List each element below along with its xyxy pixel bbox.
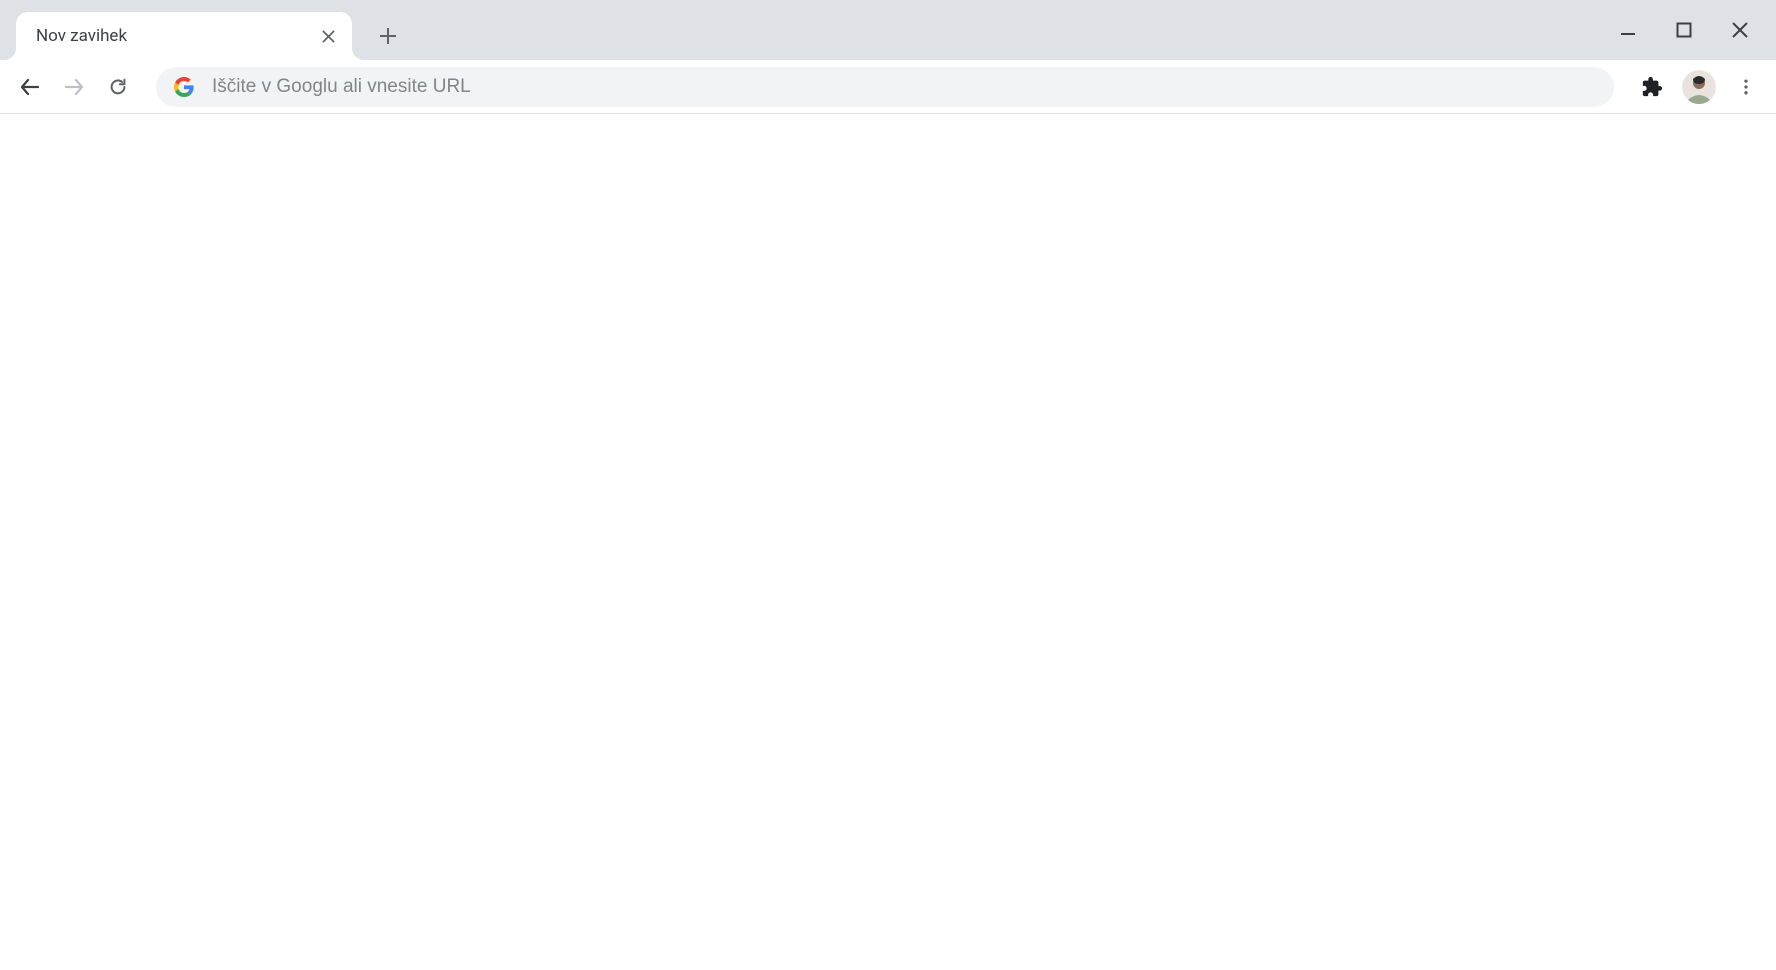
extension-icon xyxy=(1641,76,1663,98)
close-window-button[interactable] xyxy=(1726,16,1754,44)
extensions-button[interactable] xyxy=(1634,69,1670,105)
avatar-icon xyxy=(1682,70,1716,104)
profile-avatar[interactable] xyxy=(1682,70,1716,104)
toolbar xyxy=(0,60,1776,114)
reload-button[interactable] xyxy=(100,69,136,105)
page-content xyxy=(0,114,1776,970)
maximize-icon xyxy=(1676,22,1692,38)
more-vertical-icon xyxy=(1736,77,1756,97)
arrow-left-icon xyxy=(18,75,42,99)
omnibox[interactable] xyxy=(156,67,1614,107)
browser-tab[interactable]: Nov zavihek xyxy=(16,12,352,60)
close-icon xyxy=(321,29,336,44)
reload-icon xyxy=(107,76,129,98)
back-button[interactable] xyxy=(12,69,48,105)
minimize-button[interactable] xyxy=(1614,16,1642,44)
new-tab-button[interactable] xyxy=(370,18,406,54)
window-controls xyxy=(1614,0,1776,60)
maximize-button[interactable] xyxy=(1670,16,1698,44)
tab-close-button[interactable] xyxy=(318,26,338,46)
arrow-right-icon xyxy=(62,75,86,99)
plus-icon xyxy=(379,27,397,45)
tab-title: Nov zavihek xyxy=(36,26,318,46)
google-icon xyxy=(174,77,194,97)
address-input[interactable] xyxy=(212,76,1596,98)
close-icon xyxy=(1731,21,1749,39)
minimize-icon xyxy=(1619,21,1637,39)
menu-button[interactable] xyxy=(1728,69,1764,105)
forward-button[interactable] xyxy=(56,69,92,105)
titlebar: Nov zavihek xyxy=(0,0,1776,60)
